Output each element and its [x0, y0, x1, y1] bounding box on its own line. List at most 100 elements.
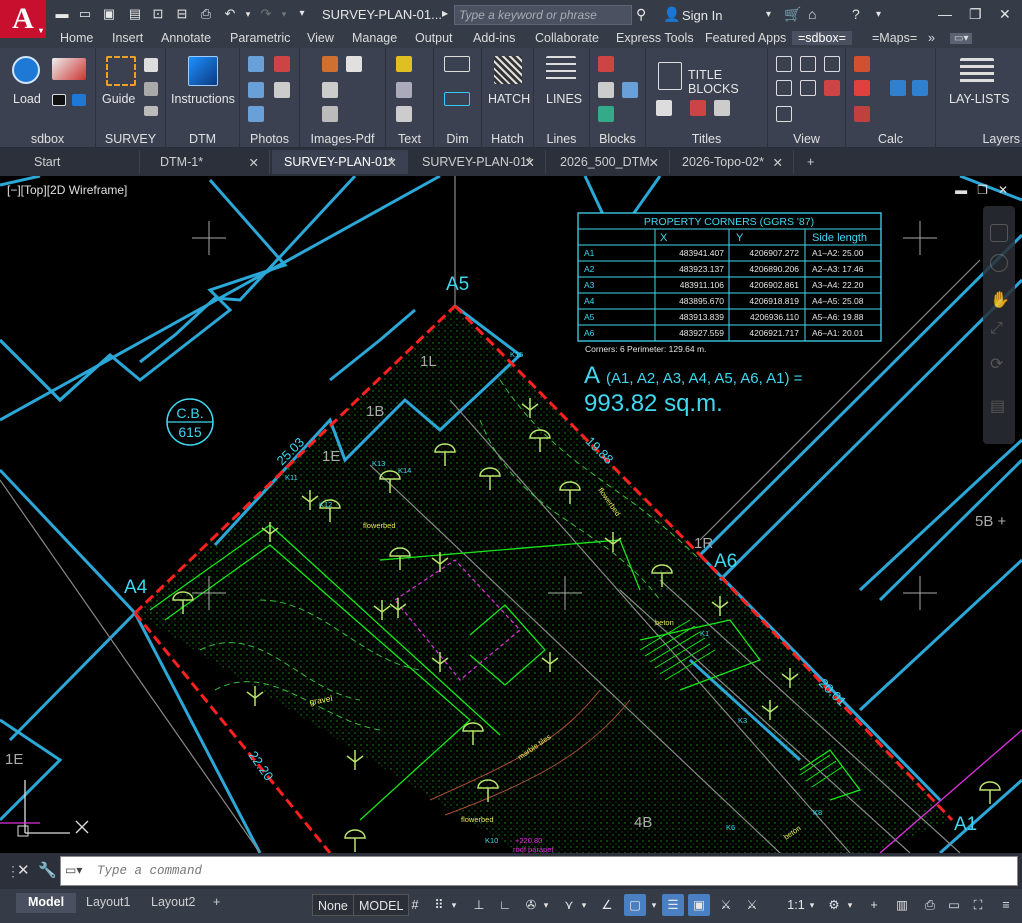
tab-insert[interactable]: Insert	[112, 31, 143, 45]
close-tab-icon[interactable]: ✕	[649, 155, 659, 170]
panel-title-blocks[interactable]: Blocks	[590, 132, 645, 146]
title-sheet-icon[interactable]	[714, 100, 730, 116]
selection-cycling-icon[interactable]: ▣	[688, 894, 710, 916]
photo-pin-icon[interactable]	[274, 56, 290, 72]
tab-manage[interactable]: Manage	[352, 31, 397, 45]
tab-add-ins[interactable]: Add-ins	[473, 31, 515, 45]
polar-dropdown-icon[interactable]: ▾	[540, 894, 552, 916]
tab-annotate[interactable]: Annotate	[161, 31, 211, 45]
tab-collaborate[interactable]: Collaborate	[535, 31, 599, 45]
undo-icon[interactable]: ↶	[222, 6, 238, 22]
add-layout-button[interactable]: +	[205, 893, 228, 913]
calc-grid-icon[interactable]	[854, 80, 870, 96]
camera-list-icon[interactable]	[248, 106, 264, 122]
doc-tab-2026-500-dtm[interactable]: 2026_500_DTM ✕	[548, 150, 670, 174]
close-tab-icon[interactable]: ✕	[773, 155, 783, 170]
steering-wheel-icon[interactable]	[990, 254, 1008, 272]
panel-title-view[interactable]: View	[768, 132, 845, 146]
camera-add-icon[interactable]	[248, 82, 264, 98]
block-insert-icon[interactable]	[598, 56, 614, 72]
viewcube-icon[interactable]	[990, 224, 1008, 242]
panel-title-images-pdf[interactable]: Images-Pdf	[300, 132, 385, 146]
panel-title-layers[interactable]: Layers	[936, 132, 1022, 146]
workspace-dropdown-icon[interactable]: ▾	[844, 894, 856, 916]
units-icon[interactable]: ▥	[892, 894, 912, 916]
tab-sdbox[interactable]: =sdbox=	[792, 31, 852, 45]
object-snap-tracking-icon[interactable]: ∠	[598, 894, 616, 916]
clean-screen-icon[interactable]: ⛶	[968, 894, 988, 916]
table-icon[interactable]	[144, 106, 158, 116]
camera-icon[interactable]	[248, 56, 264, 72]
viewport-close-icon[interactable]: ✕	[998, 183, 1008, 197]
more-tabs-icon[interactable]: »	[928, 31, 935, 45]
redo-dropdown-icon[interactable]: ▾	[276, 6, 292, 22]
customize-quick-access-icon[interactable]: ▾	[294, 6, 310, 22]
tab-layout1[interactable]: Layout1	[74, 893, 142, 913]
hatch-icon[interactable]	[494, 56, 522, 84]
open-folder-icon[interactable]: ▭	[77, 6, 93, 22]
title-blocks-button[interactable]: TITLE BLOCKS	[688, 68, 767, 96]
show-motion-icon[interactable]: ▤	[990, 396, 1005, 416]
tab-layout2[interactable]: Layout2	[139, 893, 207, 913]
sign-in-dropdown-icon[interactable]: ▾	[766, 9, 771, 20]
tab-output[interactable]: Output	[415, 31, 453, 45]
open-web-icon[interactable]: ⊡	[150, 6, 166, 22]
info-icon[interactable]	[72, 94, 86, 106]
close-command-line-icon[interactable]: ✕	[17, 861, 30, 879]
panel-title-sdbox[interactable]: sdbox	[0, 132, 95, 146]
annotation-scale-none[interactable]: None	[312, 894, 354, 916]
infer-constraints-icon[interactable]: ⊥	[470, 894, 488, 916]
tab-view[interactable]: View	[307, 31, 334, 45]
lineweight-icon[interactable]: ☰	[662, 894, 684, 916]
doc-tab-survey-plan-active[interactable]: SURVEY-PLAN-01* ✕	[272, 150, 408, 174]
dimension-linear-icon[interactable]	[444, 92, 470, 106]
viewport-controls-label[interactable]: [−][Top][2D Wireframe]	[7, 183, 127, 197]
command-history-icon[interactable]: ▭▾	[65, 863, 82, 877]
panel-title-survey[interactable]: SURVEY	[96, 132, 165, 146]
instructions-icon[interactable]	[188, 56, 218, 86]
viewport-3-icon[interactable]	[824, 56, 840, 72]
calc-angle-icon[interactable]	[912, 80, 928, 96]
application-menu-button[interactable]: A ▾	[0, 0, 46, 38]
panel-title-calc[interactable]: Calc	[846, 132, 935, 146]
viewport-2-icon[interactable]	[800, 56, 816, 72]
text-align-icon[interactable]	[396, 106, 412, 122]
viewport-6-icon[interactable]	[824, 80, 840, 96]
panel-title-photos[interactable]: Photos	[240, 132, 299, 146]
tab-home[interactable]: Home	[60, 31, 93, 45]
text-edit-icon[interactable]	[396, 82, 412, 98]
panel-title-text[interactable]: Text	[386, 132, 433, 146]
minimize-icon[interactable]: —	[938, 6, 952, 22]
grid-icon[interactable]	[144, 82, 158, 96]
sign-in-button[interactable]: Sign In	[682, 8, 722, 23]
panel-title-hatch[interactable]: Hatch	[482, 132, 533, 146]
help-dropdown-icon[interactable]: ▾	[876, 9, 881, 20]
model-space-toggle[interactable]: MODEL	[353, 894, 410, 916]
cart-icon[interactable]: 🛒	[784, 6, 801, 23]
settings-icon[interactable]	[656, 100, 672, 116]
pan-hand-icon[interactable]: ✋	[990, 290, 1010, 310]
block-grid-icon[interactable]	[622, 82, 638, 98]
restore-icon[interactable]: ❐	[969, 6, 982, 23]
tab-featured-apps[interactable]: Featured Apps	[705, 31, 786, 45]
tab-express-tools[interactable]: Express Tools	[616, 31, 694, 45]
lay-lists-button[interactable]: LAY-LISTS	[949, 92, 1009, 106]
viewport-5-icon[interactable]	[800, 80, 816, 96]
guide-button[interactable]: Guide	[102, 92, 135, 106]
calc-slope-icon[interactable]	[890, 80, 906, 96]
object-snap-dropdown-icon[interactable]: ▾	[648, 894, 660, 916]
dimension-icon[interactable]	[444, 56, 470, 72]
isodraft-icon[interactable]: ⋎	[560, 894, 578, 916]
polar-tracking-icon[interactable]: ✇	[522, 894, 540, 916]
save-icon[interactable]: ▣	[101, 6, 117, 22]
scale-dropdown-icon[interactable]: ▾	[806, 894, 818, 916]
command-input[interactable]: ▭▾ Type a command	[60, 856, 1018, 886]
doc-tab-survey-plan[interactable]: SURVEY-PLAN-01* ✕	[410, 150, 546, 174]
snap-icon[interactable]: ⠿	[430, 894, 448, 916]
viewport-4-icon[interactable]	[776, 80, 792, 96]
ortho-icon[interactable]: ∟	[496, 894, 514, 916]
drawing-canvas[interactable]: C.B. 615 A5 A4 A6 A1 1L 1B 1E 1R 5B + 4B…	[0, 176, 1022, 853]
ribbon-toggle-button[interactable]: ▭▾	[950, 33, 973, 44]
object-snap-icon[interactable]: ▢	[624, 894, 646, 916]
close-tab-icon[interactable]: ✕	[387, 155, 397, 170]
